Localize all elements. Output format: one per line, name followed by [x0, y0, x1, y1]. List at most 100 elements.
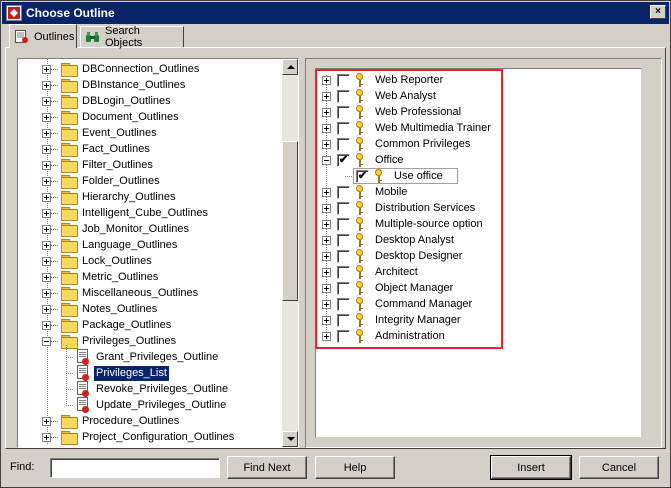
scroll-up-button[interactable] [282, 59, 298, 75]
expand-icon[interactable] [322, 107, 331, 117]
privilege-checkbox[interactable] [337, 185, 350, 199]
expand-icon[interactable] [42, 208, 51, 218]
privilege-checkbox[interactable] [337, 313, 350, 327]
folder-item[interactable]: Job_Monitor_Outlines [42, 221, 191, 237]
folder-item[interactable]: Document_Outlines [42, 109, 181, 125]
scroll-down-button[interactable] [282, 431, 298, 447]
expand-icon[interactable] [322, 139, 331, 149]
expand-icon[interactable] [42, 96, 51, 106]
expand-icon[interactable] [322, 331, 331, 341]
outline-item[interactable]: Privileges_List [66, 364, 170, 382]
expand-icon[interactable] [42, 128, 51, 138]
privilege-item[interactable]: Web Professional [322, 104, 463, 120]
privilege-item[interactable]: Administration [322, 328, 447, 344]
privilege-checkbox[interactable] [337, 73, 350, 87]
expand-icon[interactable] [42, 80, 51, 90]
privilege-item[interactable]: Common Privileges [322, 136, 472, 152]
folder-item[interactable]: Miscellaneous_Outlines [42, 285, 200, 301]
privilege-checkbox[interactable] [337, 89, 350, 103]
expand-icon[interactable] [322, 187, 331, 197]
scroll-thumb[interactable] [282, 141, 298, 301]
privilege-item[interactable]: ✔ Office [322, 152, 406, 168]
title-bar[interactable]: Choose Outline × [2, 2, 669, 24]
folder-item[interactable]: Metric_Outlines [42, 269, 160, 285]
tab-search-objects[interactable]: Search Objects [80, 25, 184, 49]
privilege-checkbox[interactable] [337, 217, 350, 231]
privilege-item[interactable]: Distribution Services [322, 200, 477, 216]
folder-item[interactable]: Hierarchy_Outlines [42, 189, 178, 205]
cancel-button[interactable]: Cancel [579, 456, 659, 479]
expand-icon[interactable] [322, 251, 331, 261]
folder-item[interactable]: Lock_Outlines [42, 253, 154, 269]
privilege-checkbox[interactable] [337, 281, 350, 295]
folder-item[interactable]: Fact_Outlines [42, 141, 152, 157]
outline-item[interactable]: Update_Privileges_Outline [66, 397, 228, 413]
privilege-checkbox[interactable] [337, 329, 350, 343]
folder-item[interactable]: Event_Outlines [42, 125, 159, 141]
expand-icon[interactable] [42, 160, 51, 170]
privilege-subitem[interactable]: ✔ Use office [345, 168, 458, 184]
collapse-icon[interactable] [322, 155, 331, 165]
folder-item[interactable]: Notes_Outlines [42, 301, 159, 317]
privileges-tree[interactable]: Web Reporter Web Analyst Web Professional W… [315, 68, 642, 438]
privilege-checkbox[interactable] [337, 121, 350, 135]
folder-item[interactable]: Folder_Outlines [42, 173, 162, 189]
folder-item[interactable]: Filter_Outlines [42, 157, 155, 173]
privilege-item[interactable]: Web Multimedia Trainer [322, 120, 493, 136]
folder-item[interactable]: Package_Outlines [42, 317, 173, 333]
outline-tree[interactable]: DBConnection_Outlines DBInstance_Outlines… [17, 58, 299, 448]
expand-icon[interactable] [42, 192, 51, 202]
outline-item[interactable]: Revoke_Privileges_Outline [66, 381, 230, 397]
privilege-item[interactable]: Desktop Designer [322, 248, 464, 264]
expand-icon[interactable] [322, 283, 331, 293]
folder-item[interactable]: DBLogin_Outlines [42, 93, 173, 109]
expand-icon[interactable] [42, 112, 51, 122]
expand-icon[interactable] [322, 219, 331, 229]
privilege-item[interactable]: Command Manager [322, 296, 474, 312]
expand-icon[interactable] [322, 299, 331, 309]
privilege-checkbox[interactable] [337, 249, 350, 263]
expand-icon[interactable] [322, 123, 331, 133]
privilege-checkbox[interactable] [337, 233, 350, 247]
expand-icon[interactable] [42, 144, 51, 154]
expand-icon[interactable] [322, 91, 331, 101]
expand-icon[interactable] [42, 304, 51, 314]
privilege-checkbox[interactable]: ✔ [337, 153, 350, 167]
vertical-scrollbar[interactable] [282, 59, 298, 447]
privilege-item[interactable]: Integrity Manager [322, 312, 463, 328]
privilege-item[interactable]: Multiple-source option [322, 216, 485, 232]
expand-icon[interactable] [322, 203, 331, 213]
expand-icon[interactable] [42, 64, 51, 74]
folder-item[interactable]: DBConnection_Outlines [42, 61, 201, 77]
help-button[interactable]: Help [315, 456, 395, 479]
tab-outlines[interactable]: Outlines [9, 24, 77, 48]
expand-icon[interactable] [322, 315, 331, 325]
expand-icon[interactable] [322, 267, 331, 277]
collapse-icon[interactable] [42, 336, 51, 346]
find-input[interactable] [50, 458, 220, 478]
folder-item[interactable]: Procedure_Outlines [42, 413, 181, 429]
privilege-checkbox[interactable] [337, 201, 350, 215]
privilege-checkbox[interactable] [337, 265, 350, 279]
folder-item[interactable]: Privileges_Outlines [42, 333, 178, 349]
find-next-button[interactable]: Find Next [227, 456, 307, 479]
expand-icon[interactable] [42, 432, 51, 442]
privilege-item[interactable]: Desktop Analyst [322, 232, 456, 248]
privilege-checkbox[interactable]: ✔ [356, 169, 369, 183]
privilege-checkbox[interactable] [337, 297, 350, 311]
close-button[interactable]: × [650, 5, 666, 19]
expand-icon[interactable] [42, 272, 51, 282]
insert-button[interactable]: Insert [490, 455, 572, 480]
expand-icon[interactable] [42, 240, 51, 250]
expand-icon[interactable] [42, 416, 51, 426]
privilege-checkbox[interactable] [337, 137, 350, 151]
expand-icon[interactable] [42, 256, 51, 266]
privilege-checkbox[interactable] [337, 105, 350, 119]
folder-item[interactable]: Language_Outlines [42, 237, 179, 253]
expand-icon[interactable] [322, 75, 331, 85]
expand-icon[interactable] [42, 176, 51, 186]
expand-icon[interactable] [322, 235, 331, 245]
folder-item[interactable]: DBInstance_Outlines [42, 77, 187, 93]
expand-icon[interactable] [42, 288, 51, 298]
privilege-item[interactable]: Object Manager [322, 280, 455, 296]
